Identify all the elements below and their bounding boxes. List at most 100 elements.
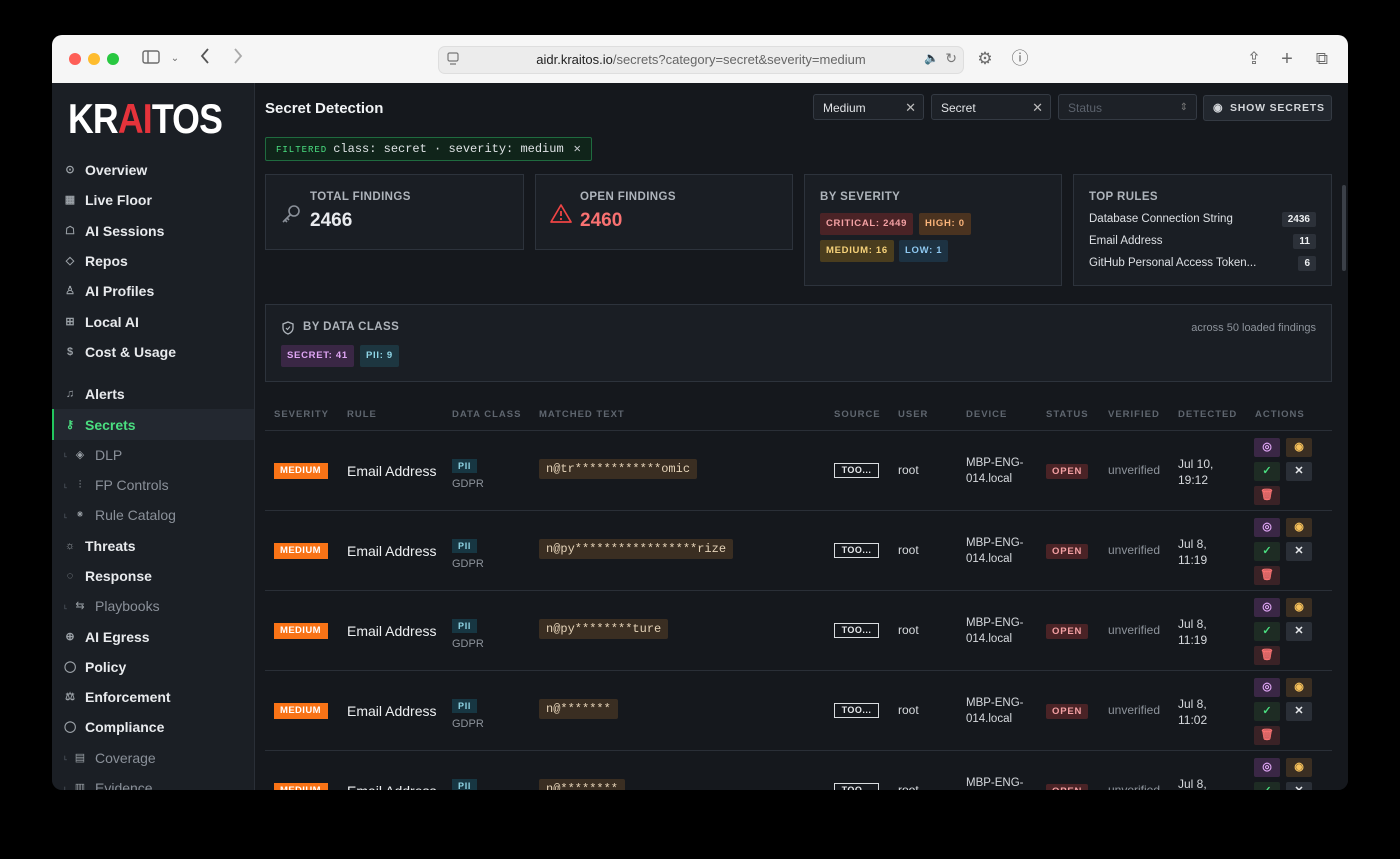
rule-name[interactable]: Email Address bbox=[347, 783, 436, 790]
sidebar-toggle-icon[interactable] bbox=[140, 48, 162, 70]
clear-filter-icon[interactable]: ✕ bbox=[574, 142, 581, 156]
sidebar-item-policy[interactable]: ◯ Policy bbox=[52, 652, 254, 682]
scrollbar-thumb[interactable] bbox=[1342, 185, 1346, 271]
clear-severity-icon[interactable]: ✕ bbox=[905, 95, 916, 121]
sidebar-item-coverage[interactable]: ˪ ▤ Coverage bbox=[52, 743, 254, 773]
pii-class-badge[interactable]: PII: 9 bbox=[360, 345, 399, 367]
sidebar-item-compliance[interactable]: ◯ Compliance bbox=[52, 712, 254, 742]
resolve-check-button[interactable]: ✓ bbox=[1254, 622, 1280, 641]
minimize-window-button[interactable] bbox=[88, 53, 100, 65]
open-findings-value: 2460 bbox=[580, 210, 623, 231]
share-icon[interactable]: ⇪ bbox=[1243, 48, 1265, 70]
secret-class-badge[interactable]: SECRET: 41 bbox=[281, 345, 354, 367]
table-row[interactable]: MEDIUM Email Address PII GDPR n@py*******… bbox=[265, 510, 1332, 591]
severity-filter-select[interactable]: Medium ✕ bbox=[813, 94, 924, 120]
high-count-badge[interactable]: HIGH: 0 bbox=[919, 213, 971, 235]
resolve-check-button[interactable]: ✓ bbox=[1254, 702, 1280, 721]
delete-trash-button[interactable]: 🗑 bbox=[1254, 726, 1280, 745]
top-rule-item[interactable]: Database Connection String 2436 bbox=[1089, 212, 1316, 229]
forward-arrow-icon[interactable] bbox=[230, 48, 246, 70]
close-window-button[interactable] bbox=[69, 53, 81, 65]
table-row[interactable]: MEDIUM Email Address PII GDPR n@py*******… bbox=[265, 590, 1332, 671]
dismiss-button[interactable]: ✕ bbox=[1286, 622, 1312, 641]
gear-icon[interactable]: ⚙ bbox=[974, 48, 996, 70]
sidebar-item-fp-controls[interactable]: ˪ ⫶ FP Controls bbox=[52, 470, 254, 500]
shield-icon bbox=[282, 321, 294, 340]
dismiss-button[interactable]: ✕ bbox=[1286, 782, 1312, 790]
sidebar-item-dlp[interactable]: ˪ ◈ DLP bbox=[52, 440, 254, 470]
reload-icon[interactable]: ↻ bbox=[945, 50, 957, 67]
reveal-eye-button[interactable]: ◉ bbox=[1286, 438, 1312, 457]
rule-name[interactable]: Email Address bbox=[347, 623, 436, 639]
rule-name[interactable]: Email Address bbox=[347, 703, 436, 719]
chevron-down-icon[interactable]: ⌄ bbox=[169, 48, 181, 70]
delete-trash-button[interactable]: 🗑 bbox=[1254, 486, 1280, 505]
info-icon[interactable]: ⓘ bbox=[1009, 48, 1031, 70]
reveal-eye-button[interactable]: ◉ bbox=[1286, 518, 1312, 537]
sidebar-item-secrets[interactable]: ⚷ Secrets bbox=[52, 409, 254, 440]
sidebar-item-enforcement[interactable]: ⚖ Enforcement bbox=[52, 682, 254, 712]
table-row[interactable]: MEDIUM Email Address PIIGDPR n@******** … bbox=[265, 750, 1332, 790]
reveal-eye-button[interactable]: ◉ bbox=[1286, 678, 1312, 697]
fingerprint-button[interactable]: ◎ bbox=[1254, 678, 1280, 697]
fingerprint-button[interactable]: ◎ bbox=[1254, 598, 1280, 617]
kraitos-logo[interactable]: KRAITOS bbox=[68, 95, 223, 143]
show-secrets-button[interactable]: ◉ SHOW SECRETS bbox=[1203, 95, 1332, 121]
medium-count-badge[interactable]: MEDIUM: 16 bbox=[820, 240, 894, 262]
source-badge[interactable]: TOO... bbox=[834, 623, 879, 638]
top-rule-item[interactable]: GitHub Personal Access Token... 6 bbox=[1089, 256, 1316, 273]
rule-name[interactable]: Email Address bbox=[347, 543, 436, 559]
dollar-icon: $ bbox=[66, 345, 74, 358]
framework-label: GDPR bbox=[452, 558, 484, 570]
sidebar-item-overview[interactable]: ⊙ Overview bbox=[52, 155, 254, 185]
rule-name[interactable]: Email Address bbox=[347, 463, 436, 479]
address-bar[interactable]: aidr.kraitos.io/secrets?category=secret&… bbox=[438, 46, 964, 74]
sidebar-item-response[interactable]: ◌ Response bbox=[52, 561, 254, 591]
sidebar-item-alerts[interactable]: ♫ Alerts bbox=[52, 379, 254, 409]
source-badge[interactable]: TOO... bbox=[834, 543, 879, 558]
reveal-eye-button[interactable]: ◉ bbox=[1286, 598, 1312, 617]
fingerprint-button[interactable]: ◎ bbox=[1254, 758, 1280, 777]
verified-cell: unverified bbox=[1108, 703, 1161, 717]
sidebar-item-cost-usage[interactable]: $ Cost & Usage bbox=[52, 337, 254, 367]
tab-overview-icon[interactable]: ⧉ bbox=[1311, 48, 1333, 70]
fingerprint-button[interactable]: ◎ bbox=[1254, 438, 1280, 457]
back-arrow-icon[interactable] bbox=[197, 48, 213, 70]
source-badge[interactable]: TOO... bbox=[834, 783, 879, 790]
delete-trash-button[interactable]: 🗑 bbox=[1254, 646, 1280, 665]
status-filter-select[interactable]: Status ⇕ bbox=[1058, 94, 1197, 120]
table-row[interactable]: MEDIUM Email Address PII GDPR n@tr*******… bbox=[265, 430, 1332, 511]
resolve-check-button[interactable]: ✓ bbox=[1254, 462, 1280, 481]
sidebar-item-ai-sessions[interactable]: ☖ AI Sessions bbox=[52, 216, 254, 246]
source-badge[interactable]: TOO... bbox=[834, 703, 879, 718]
sidebar-item-repos[interactable]: ◇ Repos bbox=[52, 246, 254, 276]
low-count-badge[interactable]: LOW: 1 bbox=[899, 240, 949, 262]
sidebar-item-ai-profiles[interactable]: ♙ AI Profiles bbox=[52, 276, 254, 306]
sidebar-item-evidence[interactable]: ˪ ▥ Evidence bbox=[52, 773, 254, 790]
clear-class-icon[interactable]: ✕ bbox=[1032, 95, 1043, 121]
table-row[interactable]: MEDIUM Email Address PII GDPR n@******* T… bbox=[265, 670, 1332, 751]
new-tab-icon[interactable]: + bbox=[1276, 48, 1298, 70]
audio-playing-icon[interactable]: 🔈 bbox=[924, 51, 939, 65]
sidebar-item-threats[interactable]: ☼ Threats bbox=[52, 531, 254, 561]
reveal-eye-button[interactable]: ◉ bbox=[1286, 758, 1312, 777]
sidebar-item-playbooks[interactable]: ˪ ⇆ Playbooks bbox=[52, 591, 254, 621]
top-rule-item[interactable]: Email Address 11 bbox=[1089, 234, 1316, 251]
sidebar-item-rule-catalog[interactable]: ˪ ⁕ Rule Catalog bbox=[52, 500, 254, 530]
critical-count-badge[interactable]: CRITICAL: 2449 bbox=[820, 213, 914, 235]
sidebar-item-live-floor[interactable]: ▦ Live Floor bbox=[52, 185, 254, 215]
scrollbar[interactable] bbox=[1340, 131, 1348, 790]
dismiss-button[interactable]: ✕ bbox=[1286, 462, 1312, 481]
class-filter-select[interactable]: Secret ✕ bbox=[931, 94, 1051, 120]
resolve-check-button[interactable]: ✓ bbox=[1254, 782, 1280, 790]
dismiss-button[interactable]: ✕ bbox=[1286, 702, 1312, 721]
globe-icon: ⊕ bbox=[65, 630, 75, 643]
resolve-check-button[interactable]: ✓ bbox=[1254, 542, 1280, 561]
sidebar-item-ai-egress[interactable]: ⊕ AI Egress bbox=[52, 621, 254, 651]
sidebar-item-local-ai[interactable]: ⊞ Local AI bbox=[52, 306, 254, 336]
delete-trash-button[interactable]: 🗑 bbox=[1254, 566, 1280, 585]
fingerprint-button[interactable]: ◎ bbox=[1254, 518, 1280, 537]
source-badge[interactable]: TOO... bbox=[834, 463, 879, 478]
dismiss-button[interactable]: ✕ bbox=[1286, 542, 1312, 561]
maximize-window-button[interactable] bbox=[107, 53, 119, 65]
